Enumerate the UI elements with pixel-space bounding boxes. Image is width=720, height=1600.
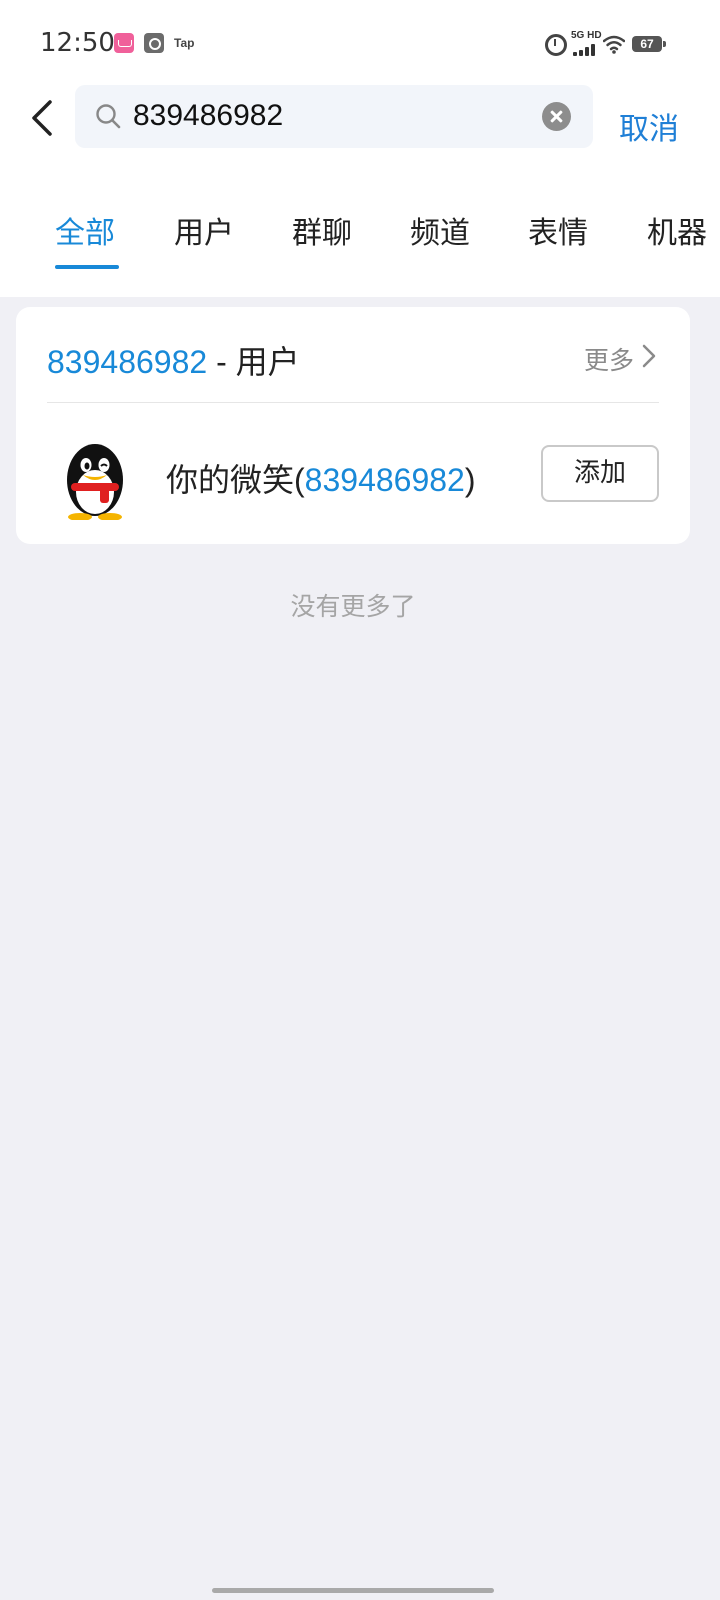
user-name: 你的微笑(839486982) <box>166 455 476 501</box>
add-friend-button[interactable]: 添加 <box>541 445 659 502</box>
tab-channels[interactable]: 频道 <box>410 208 470 252</box>
search-icon <box>96 104 121 129</box>
tab-bots[interactable]: 机器 <box>647 208 707 252</box>
search-query-text: 839486982 <box>133 99 284 132</box>
gray-app-icon <box>144 33 164 53</box>
wifi-icon <box>603 35 625 54</box>
home-indicator[interactable] <box>212 1588 494 1593</box>
chevron-right-icon[interactable] <box>640 344 658 368</box>
clear-search-icon[interactable] <box>542 102 571 131</box>
active-tab-indicator <box>55 265 119 269</box>
section-title: 839486982 - 用户 <box>47 337 300 383</box>
penguin-avatar[interactable] <box>58 432 132 520</box>
status-time: 12:50 <box>40 28 115 58</box>
signal-icon <box>573 44 599 56</box>
tab-all[interactable]: 全部 <box>55 208 115 252</box>
back-button[interactable] <box>24 96 64 140</box>
section-query-highlight: 839486982 <box>47 344 208 380</box>
user-id-highlight: 839486982 <box>304 462 465 498</box>
network-type-label: 5G HD <box>571 30 602 41</box>
tap-app-icon: Tap <box>174 36 195 50</box>
status-bar: 12:50 Tap 5G HD 67 <box>0 0 720 88</box>
tab-group-chats[interactable]: 群聊 <box>292 208 352 252</box>
section-category-label: - 用户 <box>207 344 300 380</box>
user-name-close-paren: ) <box>464 462 476 498</box>
no-more-results-text: 没有更多了 <box>290 592 416 621</box>
more-link[interactable]: 更多 <box>584 341 634 377</box>
tab-stickers[interactable]: 表情 <box>528 208 588 252</box>
user-nickname: 你的微笑( <box>166 462 305 498</box>
alarm-icon <box>545 34 567 56</box>
divider <box>47 402 659 403</box>
user-results-card: 839486982 - 用户 更多 你的微笑(839486982) 添加 <box>16 307 690 544</box>
tab-users[interactable]: 用户 <box>174 208 234 252</box>
cancel-button[interactable]: 取消 <box>619 104 679 148</box>
battery-icon: 67 <box>632 36 666 52</box>
red-app-icon <box>114 33 134 53</box>
search-input[interactable]: 839486982 <box>75 85 593 148</box>
